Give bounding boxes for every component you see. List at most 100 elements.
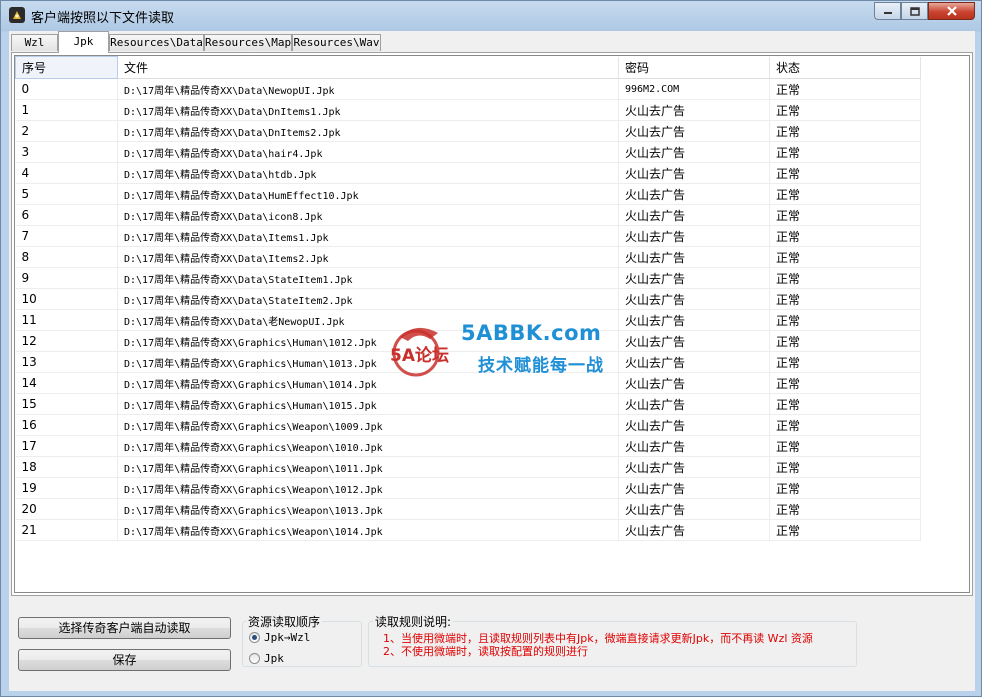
table-row[interactable]: 11 D:\17周年\精品传奇XX\Data\老NewopUI.Jpk 火山去广告正… [15,309,921,331]
tab-wzl[interactable]: Wzl [11,34,58,51]
cell-status: 正常 [769,204,921,226]
cell-file: D:\17周年\精品传奇XX\Data\DnItems1.Jpk [117,99,619,121]
maximize-button[interactable] [901,2,928,20]
cell-file: D:\17周年\精品传奇XX\Graphics\Weapon\1014.Jpk [117,519,619,541]
cell-status: 正常 [769,456,921,478]
cell-status: 正常 [769,141,921,163]
cell-no: 1 [15,99,118,121]
cell-no: 8 [15,246,118,268]
table-row[interactable]: 14 D:\17周年\精品传奇XX\Graphics\Human\1014.Jpk… [15,372,921,394]
cell-password: 火山去广告 [618,162,770,184]
table-row[interactable]: 9 D:\17周年\精品传奇XX\Data\StateItem1.Jpk 火山去广告… [15,267,921,289]
cell-password: 火山去广告 [618,225,770,247]
save-button[interactable]: 保存 [18,649,231,671]
cell-file: D:\17周年\精品传奇XX\Graphics\Weapon\1009.Jpk [117,414,619,436]
cell-status: 正常 [769,498,921,520]
cell-status: 正常 [769,288,921,310]
cell-no: 14 [15,372,118,394]
tab-resources-data[interactable]: Resources\Data [109,34,204,51]
table-row[interactable]: 15 D:\17周年\精品传奇XX\Graphics\Human\1015.Jpk… [15,393,921,415]
radio-icon [249,653,260,664]
table-row[interactable]: 10 D:\17周年\精品传奇XX\Data\StateItem2.Jpk 火山去广… [15,288,921,310]
column-header-file[interactable]: 文件 [117,56,619,79]
cell-password: 火山去广告 [618,99,770,121]
cell-status: 正常 [769,267,921,289]
cell-file: D:\17周年\精品传奇XX\Data\StateItem1.Jpk [117,267,619,289]
table-row[interactable]: 2 D:\17周年\精品传奇XX\Data\DnItems2.Jpk 火山去广告 正常 [15,120,921,142]
cell-status: 正常 [769,372,921,394]
table-row[interactable]: 20 D:\17周年\精品传奇XX\Graphics\Weapon\1013.Jp… [15,498,921,520]
cell-status: 正常 [769,162,921,184]
app-icon [9,7,25,23]
table-row[interactable]: 4 D:\17周年\精品传奇XX\Data\htdb.Jpk 火山去广告 正常 [15,162,921,184]
cell-no: 0 [15,78,118,100]
auto-read-button[interactable]: 选择传奇客户端自动读取 [18,617,231,639]
radio-icon [249,632,260,643]
cell-password: 火山去广告 [618,120,770,142]
close-button[interactable] [928,2,975,20]
column-header-no[interactable]: 序号 [15,56,118,79]
close-icon [946,6,957,16]
table-row[interactable]: 5 D:\17周年\精品传奇XX\Data\HumEffect10.Jpk 火山去广… [15,183,921,205]
table-row[interactable]: 6 D:\17周年\精品传奇XX\Data\icon8.Jpk 火山去广告 正常 [15,204,921,226]
cell-status: 正常 [769,309,921,331]
cell-password: 火山去广告 [618,393,770,415]
file-table: 序号 文件 密码 状态 0 D:\17周年\精品传奇XX\Data\NewopUI… [15,56,921,541]
cell-no: 17 [15,435,118,457]
column-header-status[interactable]: 状态 [769,56,921,79]
cell-no: 21 [15,519,118,541]
table-row[interactable]: 13 D:\17周年\精品传奇XX\Graphics\Human\1013.Jpk… [15,351,921,373]
cell-status: 正常 [769,120,921,142]
cell-status: 正常 [769,351,921,373]
rules-label: 读取规则说明: [373,613,454,630]
file-grid[interactable]: 序号 文件 密码 状态 0 D:\17周年\精品传奇XX\Data\NewopUI… [14,55,970,593]
cell-password: 火山去广告 [618,498,770,520]
cell-no: 11 [15,309,118,331]
cell-status: 正常 [769,225,921,247]
cell-file: D:\17周年\精品传奇XX\Data\StateItem2.Jpk [117,288,619,310]
cell-password: 火山去广告 [618,246,770,268]
table-row[interactable]: 17 D:\17周年\精品传奇XX\Graphics\Weapon\1010.Jp… [15,435,921,457]
cell-status: 正常 [769,435,921,457]
cell-password: 火山去广告 [618,183,770,205]
tab-panel: 序号 文件 密码 状态 0 D:\17周年\精品传奇XX\Data\NewopUI… [11,52,973,596]
table-row[interactable]: 3 D:\17周年\精品传奇XX\Data\hair4.Jpk 火山去广告 正常 [15,141,921,163]
minimize-button[interactable] [874,2,901,20]
cell-status: 正常 [769,246,921,268]
cell-status: 正常 [769,414,921,436]
table-header-row: 序号 文件 密码 状态 [15,56,921,79]
rule-line-2: 2、不使用微端时，读取按配置的规则进行 [383,645,588,658]
table-row[interactable]: 21 D:\17周年\精品传奇XX\Graphics\Weapon\1014.Jp… [15,519,921,541]
bottom-panel: 选择传奇客户端自动读取 保存 资源读取顺序 Jpk→Wzl Jpk 读取规则说明… [9,598,975,691]
title-bar[interactable]: 客户端按照以下文件读取 [1,1,981,29]
table-row[interactable]: 0 D:\17周年\精品传奇XX\Data\NewopUI.Jpk 996M2.CO… [15,78,921,100]
cell-status: 正常 [769,99,921,121]
cell-file: D:\17周年\精品传奇XX\Graphics\Human\1013.Jpk [117,351,619,373]
tab-resources-map[interactable]: Resources\Map [204,34,292,51]
table-row[interactable]: 12 D:\17周年\精品传奇XX\Graphics\Human\1012.Jpk… [15,330,921,352]
table-row[interactable]: 16 D:\17周年\精品传奇XX\Graphics\Weapon\1009.Jp… [15,414,921,436]
table-row[interactable]: 8 D:\17周年\精品传奇XX\Data\Items2.Jpk 火山去广告 正常 [15,246,921,268]
cell-status: 正常 [769,519,921,541]
cell-file: D:\17周年\精品传奇XX\Graphics\Human\1012.Jpk [117,330,619,352]
cell-no: 19 [15,477,118,499]
rule-line-1: 1、当使用微端时，且读取规则列表中有Jpk，微端直接请求更新Jpk，而不再读 W… [383,632,813,645]
cell-file: D:\17周年\精品传奇XX\Data\htdb.Jpk [117,162,619,184]
table-row[interactable]: 19 D:\17周年\精品传奇XX\Graphics\Weapon\1012.Jp… [15,477,921,499]
table-row[interactable]: 7 D:\17周年\精品传奇XX\Data\Items1.Jpk 火山去广告 正常 [15,225,921,247]
tab-resources-wav[interactable]: Resources\Wav [292,34,381,51]
tab-jpk[interactable]: Jpk [58,31,109,53]
radio-jpk[interactable]: Jpk [249,652,284,665]
cell-password: 火山去广告 [618,309,770,331]
table-row[interactable]: 1 D:\17周年\精品传奇XX\Data\DnItems1.Jpk 火山去广告 正常 [15,99,921,121]
cell-file: D:\17周年\精品传奇XX\Data\HumEffect10.Jpk [117,183,619,205]
column-header-password[interactable]: 密码 [618,56,770,79]
cell-no: 10 [15,288,118,310]
cell-password: 火山去广告 [618,204,770,226]
window-title: 客户端按照以下文件读取 [31,11,175,26]
cell-password: 火山去广告 [618,330,770,352]
table-row[interactable]: 18 D:\17周年\精品传奇XX\Graphics\Weapon\1011.Jp… [15,456,921,478]
cell-status: 正常 [769,183,921,205]
radio-jpk-wzl[interactable]: Jpk→Wzl [249,631,310,644]
cell-no: 3 [15,141,118,163]
